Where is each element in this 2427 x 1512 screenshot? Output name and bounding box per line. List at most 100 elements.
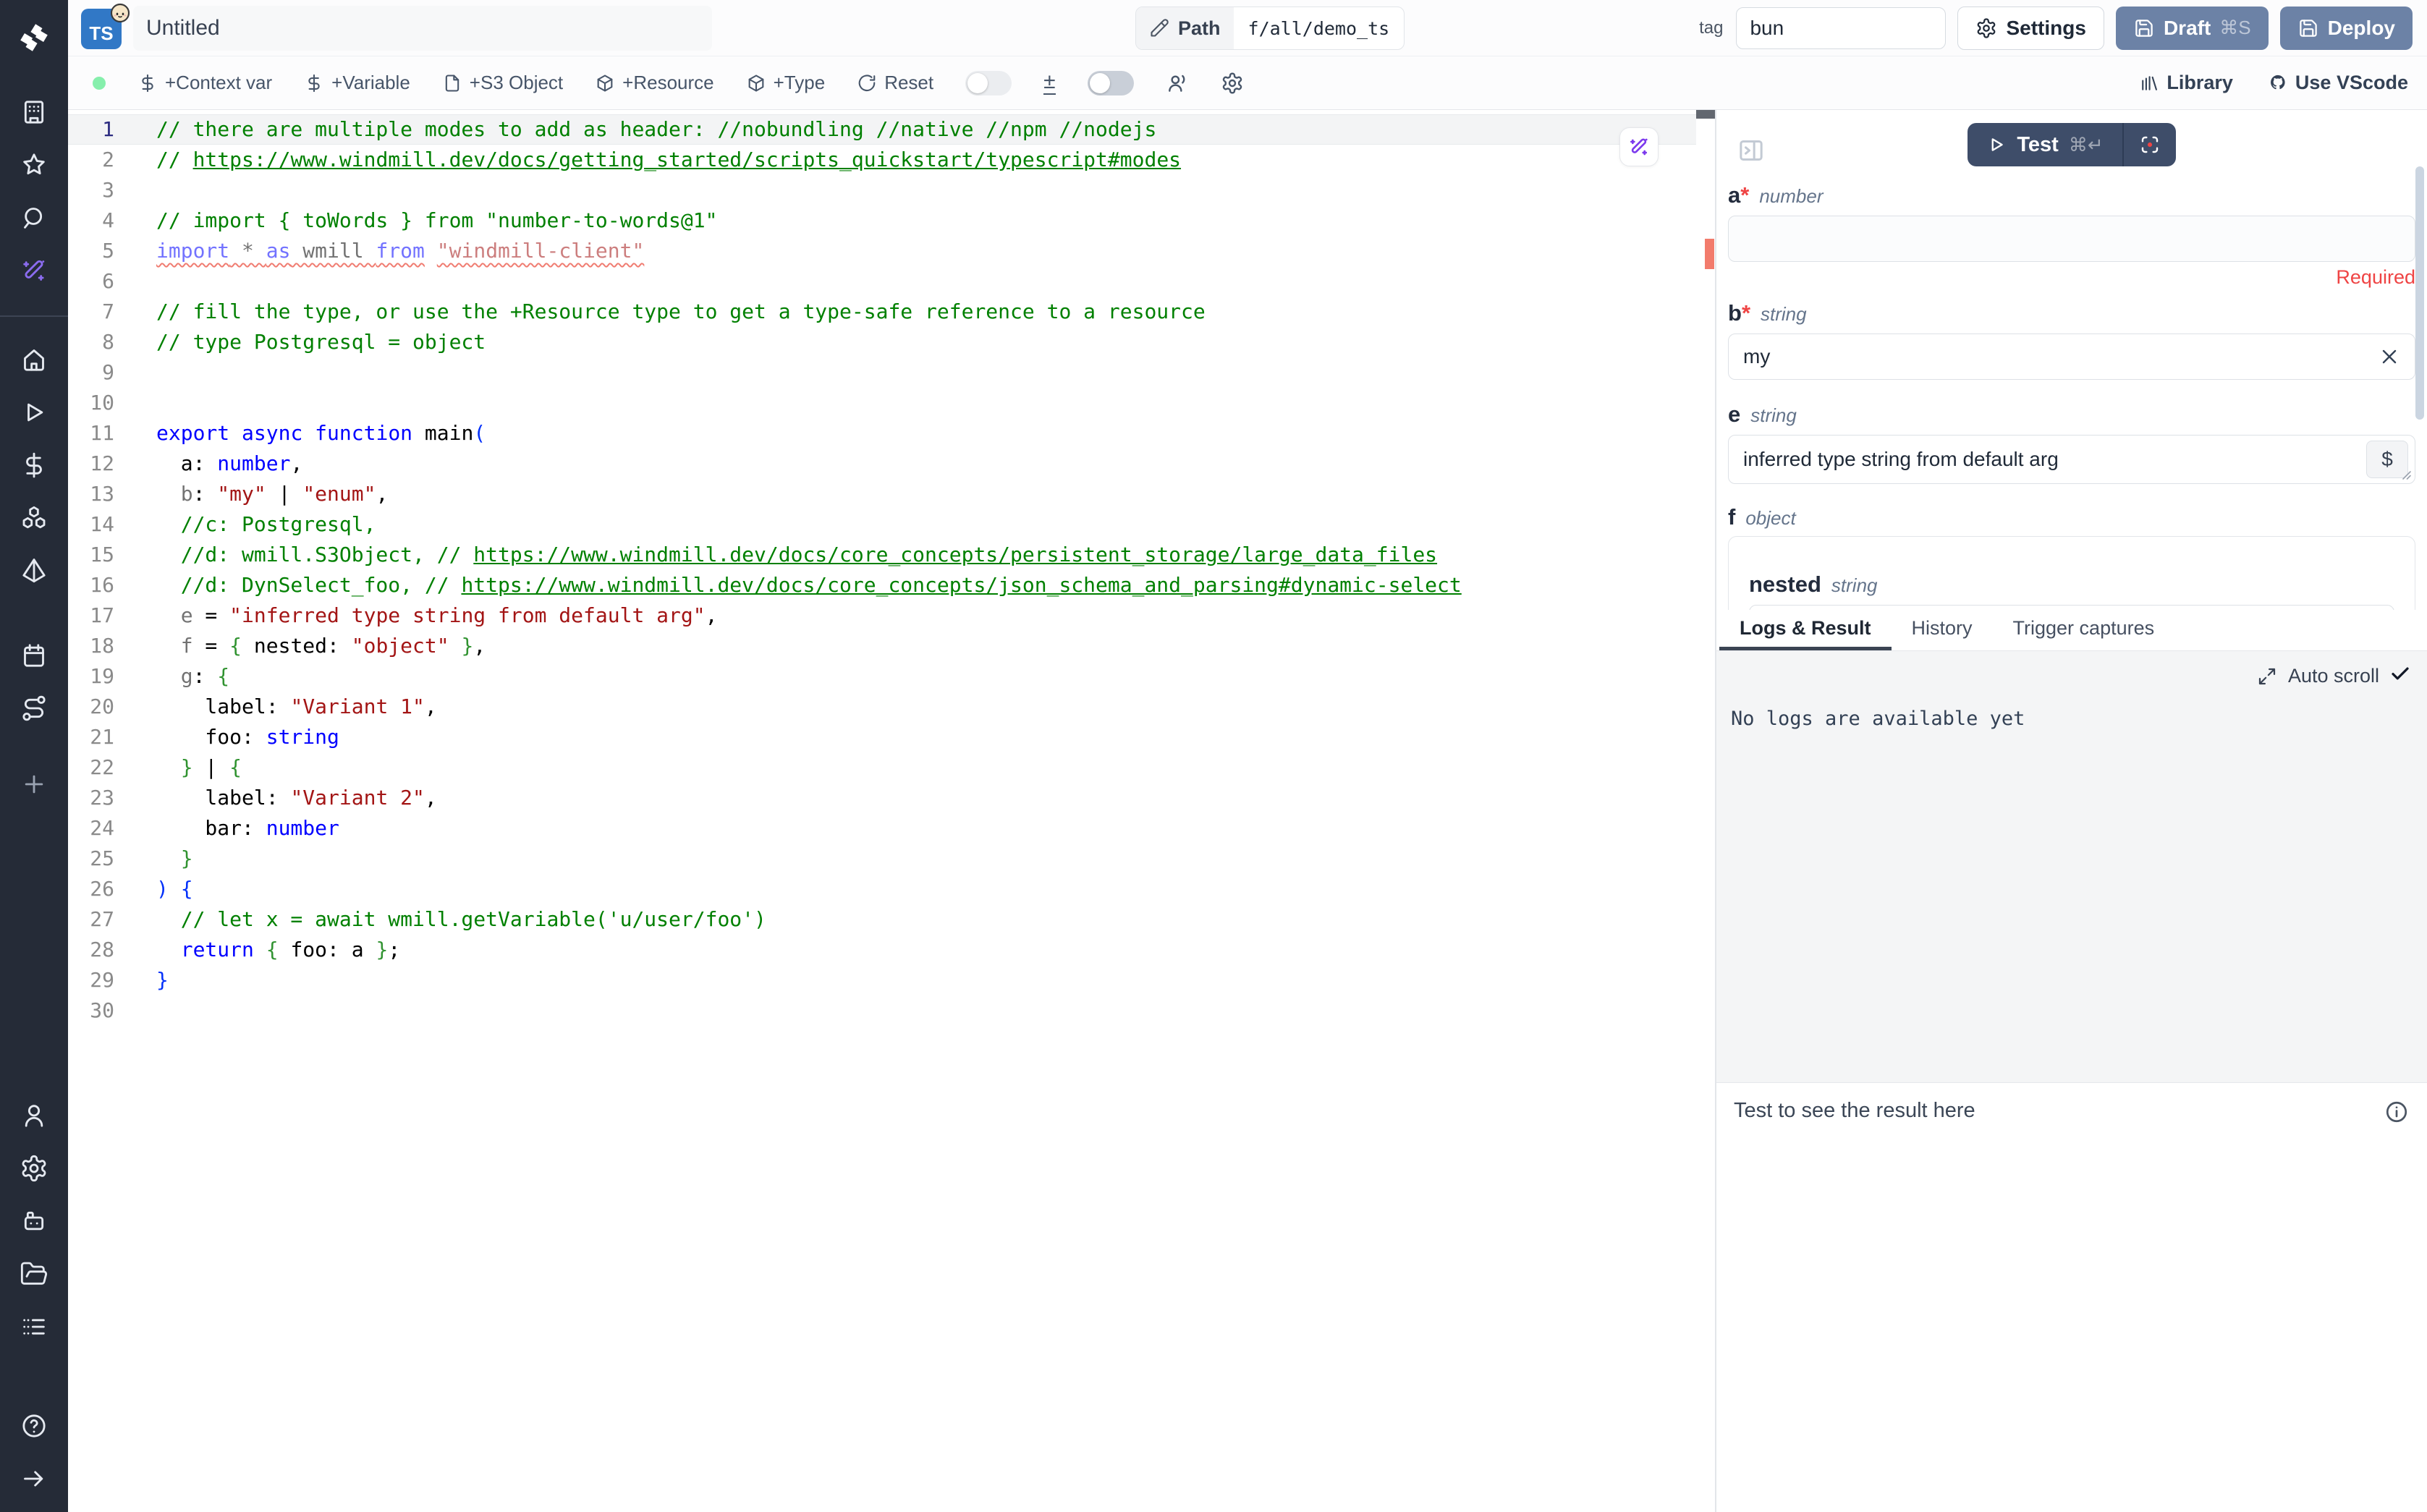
line-number: 25 (68, 844, 114, 874)
info-icon[interactable] (2384, 1099, 2410, 1129)
code-line-27[interactable]: 27 // let x = await wmill.getVariable('u… (68, 904, 1715, 935)
auto-scroll-label: Auto scroll (2288, 665, 2379, 687)
help-icon[interactable] (0, 1399, 68, 1452)
pencil-icon (1149, 18, 1169, 38)
capture-test-button[interactable] (2122, 123, 2176, 166)
code-line-15[interactable]: 15 //d: wmill.S3Object, // https://www.w… (68, 540, 1715, 570)
code-line-30[interactable]: 30 (68, 995, 1715, 1026)
library-button[interactable]: Library (2139, 72, 2233, 94)
run-as-user-toggle[interactable] (1088, 71, 1134, 95)
code-line-10[interactable]: 10 (68, 388, 1715, 418)
code-line-9[interactable]: 9 (68, 357, 1715, 388)
route-icon[interactable] (0, 681, 68, 734)
user-voice-icon[interactable] (1166, 72, 1189, 95)
code-line-28[interactable]: 28 return { foo: a }; (68, 935, 1715, 965)
code-line-20[interactable]: 20 label: "Variant 1", (68, 692, 1715, 722)
add-s3-object-button[interactable]: +S3 Object (442, 72, 563, 94)
line-number: 27 (68, 904, 114, 935)
calendar-icon[interactable] (0, 629, 68, 681)
resize-handle-icon[interactable] (2400, 468, 2413, 481)
diff-toggle[interactable] (965, 71, 1012, 95)
code-line-8[interactable]: 8// type Postgresql = object (68, 327, 1715, 357)
code-line-23[interactable]: 23 label: "Variant 2", (68, 783, 1715, 813)
building-icon[interactable] (0, 85, 68, 138)
save-icon (2297, 17, 2319, 39)
add-resource-button[interactable]: +Resource (595, 72, 713, 94)
auto-scroll-toggle[interactable]: Auto scroll (2256, 663, 2411, 689)
folder-icon[interactable] (0, 1247, 68, 1300)
form-scrollbar[interactable] (2415, 166, 2424, 420)
user-icon[interactable] (0, 1089, 68, 1142)
code-line-1[interactable]: 1// there are multiple modes to add as h… (68, 114, 1715, 145)
add-context-var-button[interactable]: +Context var (137, 72, 272, 94)
code-line-22[interactable]: 22 } | { (68, 752, 1715, 783)
code-line-5[interactable]: 5import * as wmill from "windmill-client… (68, 236, 1715, 266)
wand-icon[interactable] (0, 244, 68, 297)
field-nested-input[interactable] (1749, 605, 2394, 610)
field-e-input[interactable] (1728, 435, 2415, 484)
script-title-input[interactable]: Untitled (133, 6, 712, 51)
gear-icon[interactable] (0, 1142, 68, 1194)
clear-icon[interactable] (2378, 345, 2401, 368)
add-type-button[interactable]: +Type (746, 72, 826, 94)
code-line-16[interactable]: 16 //d: DynSelect_foo, // https://www.wi… (68, 570, 1715, 600)
code-line-12[interactable]: 12 a: number, (68, 449, 1715, 479)
field-a-input[interactable] (1728, 216, 2415, 262)
test-button[interactable]: Test ⌘↵ (1968, 123, 2122, 166)
arrow-right-icon[interactable] (0, 1452, 68, 1505)
code-line-17[interactable]: 17 e = "inferred type string from defaul… (68, 600, 1715, 631)
pyramid-icon[interactable] (0, 544, 68, 597)
add-variable-button[interactable]: +Variable (304, 72, 410, 94)
code-line-14[interactable]: 14 //c: Postgresql, (68, 509, 1715, 540)
code-line-4[interactable]: 4// import { toWords } from "number-to-w… (68, 205, 1715, 236)
editor-settings-gear-icon[interactable] (1221, 72, 1244, 95)
windmill-logo-icon[interactable] (0, 10, 68, 65)
plus-minus-button[interactable]: ± (1043, 71, 1055, 95)
code-line-18[interactable]: 18 f = { nested: "object" }, (68, 631, 1715, 661)
use-vscode-button[interactable]: Use VScode (2268, 72, 2408, 94)
bot-icon[interactable] (0, 1194, 68, 1247)
tab-trigger-captures[interactable]: Trigger captures (1993, 610, 2175, 650)
path-button[interactable]: Path f/all/demo_ts (1135, 7, 1405, 50)
draft-button[interactable]: Draft ⌘S (2116, 7, 2269, 50)
boxes-icon[interactable] (0, 491, 68, 544)
code-line-7[interactable]: 7// fill the type, or use the +Resource … (68, 297, 1715, 327)
code-line-26[interactable]: 26) { (68, 874, 1715, 904)
search-icon[interactable] (0, 191, 68, 244)
code-line-29[interactable]: 29} (68, 965, 1715, 995)
tab-history[interactable]: History (1892, 610, 1993, 650)
play-icon[interactable] (0, 386, 68, 438)
expand-icon (2256, 666, 2278, 687)
editor-scrollbar[interactable] (1696, 110, 1715, 1512)
windmill-script-editor: TS Untitled Path f/all/demo_ts (0, 0, 2427, 1512)
home-icon[interactable] (0, 333, 68, 386)
code-line-2[interactable]: 2// https://www.windmill.dev/docs/gettin… (68, 145, 1715, 175)
code-line-6[interactable]: 6 (68, 266, 1715, 297)
sidebar (0, 0, 68, 1512)
code-line-24[interactable]: 24 bar: number (68, 813, 1715, 844)
test-button-group: Test ⌘↵ (1968, 123, 2175, 166)
reset-button[interactable]: Reset (857, 72, 933, 94)
code-line-3[interactable]: 3 (68, 175, 1715, 205)
list-icon[interactable] (0, 1300, 68, 1353)
deploy-button[interactable]: Deploy (2280, 7, 2413, 50)
dollar-icon[interactable] (0, 438, 68, 491)
tag-input[interactable] (1736, 7, 1946, 49)
logs-panel: Auto scroll No logs are available yet (1716, 651, 2427, 1082)
tab-logs-result[interactable]: Logs & Result (1719, 610, 1892, 650)
code-editor[interactable]: 1// there are multiple modes to add as h… (68, 110, 1715, 1512)
scrollbar-thumb[interactable] (1696, 110, 1715, 119)
ai-assistant-button[interactable] (1619, 127, 1659, 166)
code-lines[interactable]: 1// there are multiple modes to add as h… (68, 110, 1715, 1026)
code-line-11[interactable]: 11export async function main( (68, 418, 1715, 449)
code-line-25[interactable]: 25 } (68, 844, 1715, 874)
field-b-name: b* (1728, 300, 1750, 326)
code-line-19[interactable]: 19 g: { (68, 661, 1715, 692)
collapse-panel-icon[interactable] (1737, 136, 1766, 169)
code-line-21[interactable]: 21 foo: string (68, 722, 1715, 752)
star-icon[interactable] (0, 138, 68, 191)
settings-button[interactable]: Settings (1957, 7, 2104, 50)
field-b-input[interactable] (1728, 334, 2415, 380)
plus-icon[interactable] (0, 757, 68, 810)
code-line-13[interactable]: 13 b: "my" | "enum", (68, 479, 1715, 509)
